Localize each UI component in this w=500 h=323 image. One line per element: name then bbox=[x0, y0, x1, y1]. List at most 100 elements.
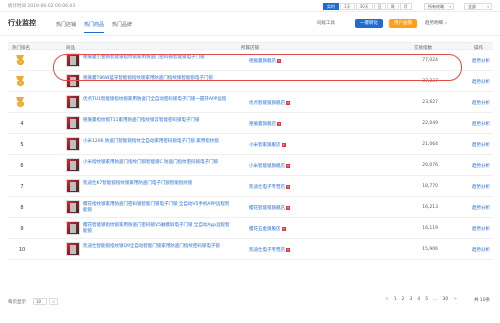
page-title: 行业监控 bbox=[8, 19, 36, 27]
rank-number: 5 bbox=[20, 142, 24, 148]
page-button[interactable]: 5 bbox=[425, 297, 428, 302]
page-size-prev-button[interactable]: < bbox=[49, 298, 58, 305]
trend-analysis-link[interactable]: 趋势分析 bbox=[472, 163, 490, 169]
trend-analysis-link[interactable]: 趋势分析 bbox=[472, 142, 490, 148]
pager: <1 2 3 4 5... 30 > bbox=[385, 297, 462, 302]
product-thumbnail[interactable] bbox=[66, 116, 80, 130]
range-1day-button[interactable]: 1天 bbox=[340, 3, 355, 10]
store-link[interactable]: 小米智能锁旗舰店 T bbox=[249, 163, 290, 169]
store-link[interactable]: 优点智能锁旗舰店 T bbox=[249, 100, 290, 106]
all-select[interactable]: 全部 ▾ bbox=[464, 3, 492, 10]
range-30day-button[interactable]: 30天 bbox=[355, 3, 373, 10]
sales-index: 15,906 bbox=[422, 247, 438, 252]
store-link[interactable]: 小米智家旗舰店 T bbox=[249, 142, 286, 148]
stat-time: 统计时间 2019-06-02 00:06:03 bbox=[8, 4, 76, 9]
user-portrait-button[interactable]: 用户画像 bbox=[389, 19, 417, 28]
trend-analysis-link[interactable]: 趋势分析 bbox=[472, 247, 490, 253]
product-title-link[interactable]: 樱花指纹锁家用防盗门密码锁智能门锁电子门锁 全自动V5手机APP远程智能锁 bbox=[83, 202, 233, 213]
one-click-convert-button[interactable]: 一键转化 bbox=[355, 19, 383, 28]
medal-icon bbox=[16, 76, 24, 86]
pagination-bar: 每页显示 10 < <1 2 3 4 5... 30 > 共 10条 bbox=[0, 293, 500, 313]
page-button[interactable]: 1 bbox=[394, 297, 397, 302]
chevron-down-icon: ∨ bbox=[444, 21, 447, 25]
store-link[interactable]: 凯迪仕电子专营店 T bbox=[249, 184, 290, 190]
highlight-outline bbox=[53, 54, 462, 81]
table-row: 4 德施曼指纹锁T11家用防盗门指纹锁云智能密码锁电子门锁德施曼旗舰店 T 22,04… bbox=[8, 113, 493, 134]
product-thumbnail[interactable] bbox=[66, 242, 80, 256]
product-thumbnail[interactable] bbox=[66, 200, 80, 214]
tmall-icon: T bbox=[286, 248, 290, 252]
product-title-link[interactable]: 优点TU1智能锁指纹锁家用防盗门全自动密码锁电子门锁一握开APP远程 bbox=[83, 97, 233, 103]
chevron-down-icon: ▾ bbox=[449, 5, 451, 9]
top-filter-bar: 统计时间 2019-06-02 00:06:03 实时 1天 30天 日 周 月… bbox=[0, 0, 500, 12]
product-thumbnail[interactable] bbox=[66, 158, 80, 172]
rank-number: 4 bbox=[20, 121, 24, 127]
product-title-link[interactable]: 凯迪仕K7智能锁指纹锁家用防盗门电子门锁智能指纹锁 bbox=[83, 181, 233, 187]
sales-index: 22,049 bbox=[422, 121, 438, 126]
trend-analysis-link[interactable]: 趋势分析 bbox=[472, 184, 490, 190]
tmall-icon: T bbox=[286, 206, 290, 210]
range-month-button[interactable]: 月 bbox=[399, 3, 412, 10]
product-thumbnail[interactable] bbox=[66, 221, 80, 235]
product-title-link[interactable]: 凯迪仕智能锁指纹锁Q9全自动智能门锁家用防盗门指纹密码锁电子锁 bbox=[83, 244, 233, 250]
product-title-link[interactable]: 樱花智能锁指纹锁家用防盗门密码锁V5触摸屏电子门锁 全自动App远程智能锁 bbox=[83, 223, 233, 234]
table-row: 10 凯迪仕智能锁指纹锁Q9全自动智能门锁家用防盗门指纹密码锁电子锁凯迪仕电子专营… bbox=[8, 239, 493, 260]
product-title-link[interactable]: 小米指纹锁家用防盗门指纹门锁智能锁C 防盗门指纹密码锁电子门锁 bbox=[83, 160, 233, 166]
product-thumbnail[interactable] bbox=[66, 179, 80, 193]
tab-hot-stores[interactable]: 热门店铺 bbox=[56, 21, 76, 33]
page-button[interactable]: 2 bbox=[402, 297, 405, 302]
table-header: 热门排名 商品 所属店铺 交易指数 操作 bbox=[8, 42, 493, 51]
tmall-icon: T bbox=[286, 164, 290, 168]
sales-index: 18,770 bbox=[422, 184, 438, 189]
page-button[interactable]: 4 bbox=[417, 297, 420, 302]
tab-hot-brands[interactable]: 热门品牌 bbox=[112, 21, 132, 33]
tmall-icon: T bbox=[281, 143, 286, 147]
terminal-select[interactable]: 所有终端 ▾ bbox=[424, 3, 454, 10]
next-page-button[interactable]: > bbox=[453, 297, 457, 302]
table-row: 9 樱花智能锁指纹锁家用防盗门密码锁V5触摸屏电子门锁 全自动App远程智能锁 樱花… bbox=[8, 218, 493, 239]
range-buttons: 实时 1天 30天 日 周 月 bbox=[323, 3, 413, 10]
store-link[interactable]: 樱花智能锁旗舰店 T bbox=[249, 205, 290, 211]
medal-icon bbox=[16, 97, 24, 107]
trend-analysis-link[interactable]: 趋势分析 bbox=[472, 226, 490, 232]
sales-index: 16,119 bbox=[422, 226, 438, 231]
sales-index: 21,064 bbox=[422, 142, 438, 147]
store-link[interactable]: 德施曼旗舰店 T bbox=[249, 121, 281, 127]
trend-detail-link[interactable]: 趋势明细 ∨ bbox=[425, 20, 447, 26]
table-row: 优点TU1智能锁指纹锁家用防盗门全自动密码锁电子门锁一握开APP远程优点智能锁旗… bbox=[8, 92, 493, 113]
product-title-link[interactable]: 小米1206 防盗门智能锁指纹全自动家用密码锁电子门锁 家用指纹锁 bbox=[83, 139, 233, 145]
trend-analysis-link[interactable]: 趋势分析 bbox=[472, 100, 490, 106]
page-total: 共 10条 bbox=[474, 298, 491, 303]
trend-analysis-link[interactable]: 趋势分析 bbox=[472, 205, 490, 211]
range-day-button[interactable]: 日 bbox=[373, 3, 386, 10]
tab-hot-products[interactable]: 热门商品 bbox=[84, 21, 105, 33]
table-row: 8 樱花指纹锁家用防盗门密码锁智能门锁电子门锁 全自动V5手机APP远程智能锁 樱花… bbox=[8, 197, 493, 218]
product-title-link[interactable]: 德施曼指纹锁T11家用防盗门指纹锁云智能密码锁电子门锁 bbox=[83, 118, 233, 124]
rank-number: 9 bbox=[20, 226, 24, 232]
table-body: 德施曼小金刚智能锁指纹锁家用防盗门密码锁智能锁电子门锁 德施曼旗舰店 T 77,024… bbox=[8, 50, 493, 260]
product-thumbnail[interactable] bbox=[66, 137, 80, 151]
product-thumbnail[interactable] bbox=[66, 95, 80, 109]
rank-number: 10 bbox=[18, 247, 26, 253]
page-size-select[interactable]: 10 bbox=[33, 298, 47, 305]
peer-tools-link[interactable]: 同级工具 bbox=[317, 20, 335, 26]
tmall-icon: T bbox=[281, 227, 286, 231]
rank-number: 6 bbox=[20, 163, 24, 169]
trend-analysis-link[interactable]: 趋势分析 bbox=[472, 79, 490, 85]
store-link[interactable]: 樱花五金旗舰店 T bbox=[249, 226, 286, 232]
trend-analysis-link[interactable]: 趋势分析 bbox=[472, 58, 490, 64]
rank-number: 7 bbox=[20, 184, 24, 190]
range-realtime-button[interactable]: 实时 bbox=[323, 3, 339, 10]
sales-index: 23,627 bbox=[422, 100, 438, 105]
tmall-icon: T bbox=[286, 101, 290, 105]
page-button[interactable]: 30 bbox=[442, 297, 448, 302]
page-button[interactable]: 3 bbox=[410, 297, 413, 302]
chevron-down-icon: ▾ bbox=[487, 5, 489, 9]
range-week-button[interactable]: 周 bbox=[386, 3, 399, 10]
tab-bar: 热门店铺 热门商品 热门品牌 bbox=[56, 21, 140, 33]
store-link[interactable]: 凯迪仕电子专营店 T bbox=[249, 247, 290, 253]
prev-page-button[interactable]: < bbox=[385, 297, 389, 302]
trend-analysis-link[interactable]: 趋势分析 bbox=[472, 121, 490, 127]
tmall-icon: T bbox=[277, 122, 281, 126]
table-row: 7 凯迪仕K7智能锁指纹锁家用防盗门电子门锁智能指纹锁凯迪仕电子专营店 T 18,77… bbox=[8, 176, 493, 197]
